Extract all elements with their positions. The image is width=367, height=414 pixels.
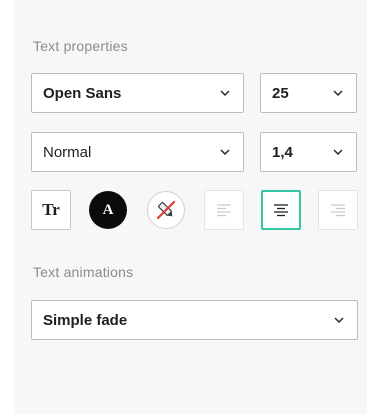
align-left-icon (217, 204, 231, 217)
font-family-select[interactable]: Open Sans (31, 73, 244, 113)
align-center-icon (274, 204, 288, 217)
chevron-down-icon (330, 85, 346, 101)
text-color-button[interactable]: A (88, 190, 128, 230)
text-case-icon: Tr (42, 200, 60, 219)
text-animations-heading: Text animations (33, 264, 134, 280)
line-height-select[interactable]: 1,4 (260, 132, 357, 172)
align-right-icon (331, 204, 345, 217)
line-height-value: 1,4 (272, 143, 293, 161)
text-color-icon: A (102, 201, 114, 218)
highlight-color-button[interactable] (146, 190, 186, 230)
text-case-button[interactable]: Tr (31, 190, 71, 230)
align-right-button[interactable] (318, 190, 358, 230)
font-style-select[interactable]: Normal (31, 132, 244, 172)
highlight-swatch (147, 191, 185, 229)
chevron-down-icon (331, 312, 347, 328)
font-size-value: 25 (272, 84, 289, 102)
text-animation-select[interactable]: Simple fade (31, 300, 358, 340)
no-color-icon (156, 200, 176, 220)
font-style-value: Normal (43, 143, 92, 161)
align-left-button[interactable] (204, 190, 244, 230)
align-center-button[interactable] (261, 190, 301, 230)
text-color-swatch: A (89, 191, 127, 229)
font-size-select[interactable]: 25 (260, 73, 357, 113)
text-animation-value: Simple fade (43, 311, 128, 329)
font-family-value: Open Sans (43, 84, 122, 102)
chevron-down-icon (217, 85, 233, 101)
chevron-down-icon (330, 144, 346, 160)
text-properties-heading: Text properties (33, 38, 128, 54)
chevron-down-icon (217, 144, 233, 160)
